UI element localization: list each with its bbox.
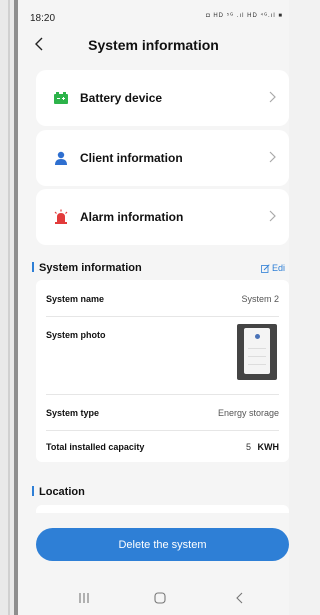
section-title-text: System information bbox=[39, 262, 142, 274]
edit-icon bbox=[261, 263, 270, 273]
home-icon bbox=[154, 592, 166, 604]
edit-label: Edi bbox=[271, 263, 285, 273]
menu-item-label: Client information bbox=[80, 151, 183, 165]
page-title: System information bbox=[88, 37, 219, 53]
capacity-value: 5 bbox=[245, 442, 251, 452]
divider bbox=[46, 430, 279, 431]
chevron-right-icon bbox=[269, 210, 276, 222]
system-photo-label: System photo bbox=[46, 330, 106, 340]
system-type-value: Energy storage bbox=[217, 408, 279, 418]
menu-item-label: Battery device bbox=[80, 91, 163, 105]
phone-screen: 18:20 ◘ HD ⁵ᴳ .ıl HD ⁴ᴳ.ıl ■ System info… bbox=[18, 0, 289, 615]
system-info-card: System name System 2 System photo System… bbox=[36, 280, 289, 462]
device-frame-edge bbox=[0, 0, 18, 615]
location-card bbox=[36, 505, 289, 513]
edit-button[interactable]: Edi bbox=[261, 263, 285, 273]
back-triangle-icon bbox=[236, 592, 243, 604]
home-button[interactable] bbox=[150, 588, 170, 608]
alarm-siren-icon bbox=[52, 208, 70, 226]
chevron-right-icon bbox=[269, 151, 276, 163]
capacity-label: Total installed capacity bbox=[46, 442, 145, 452]
chevron-right-icon bbox=[269, 91, 276, 103]
system-nav-bar bbox=[18, 580, 289, 615]
section-title-system-information: System information bbox=[32, 262, 142, 274]
divider bbox=[46, 394, 279, 395]
capacity-unit: KWH bbox=[257, 442, 280, 452]
system-name-label: System name bbox=[46, 294, 105, 304]
section-title-location: Location bbox=[32, 486, 85, 498]
menu-item-client-information[interactable]: Client information bbox=[36, 130, 289, 186]
delete-system-button[interactable]: Delete the system bbox=[36, 528, 289, 561]
person-icon bbox=[52, 149, 70, 167]
menu-item-alarm-information[interactable]: Alarm information bbox=[36, 189, 289, 245]
status-icons: ◘ HD ⁵ᴳ .ıl HD ⁴ᴳ.ıl ■ bbox=[206, 13, 283, 19]
battery-icon bbox=[52, 89, 70, 107]
system-type-label: System type bbox=[46, 408, 100, 418]
section-accent-bar bbox=[32, 486, 34, 496]
menu-item-battery-device[interactable]: Battery device bbox=[36, 70, 289, 126]
capacity-value-group: 5 KWH bbox=[246, 442, 279, 452]
system-back-button[interactable] bbox=[230, 588, 250, 608]
menu-item-label: Alarm information bbox=[80, 210, 184, 224]
divider bbox=[46, 316, 279, 317]
status-time: 18:20 bbox=[30, 13, 56, 24]
section-accent-bar bbox=[32, 262, 34, 272]
recent-apps-icon bbox=[79, 593, 89, 603]
system-photo-image[interactable] bbox=[237, 324, 277, 380]
header: System information bbox=[18, 30, 289, 60]
system-name-value: System 2 bbox=[241, 294, 279, 304]
recent-apps-button[interactable] bbox=[74, 588, 94, 608]
status-bar: 18:20 ◘ HD ⁵ᴳ .ıl HD ⁴ᴳ.ıl ■ bbox=[18, 0, 289, 28]
section-title-text: Location bbox=[39, 486, 85, 498]
